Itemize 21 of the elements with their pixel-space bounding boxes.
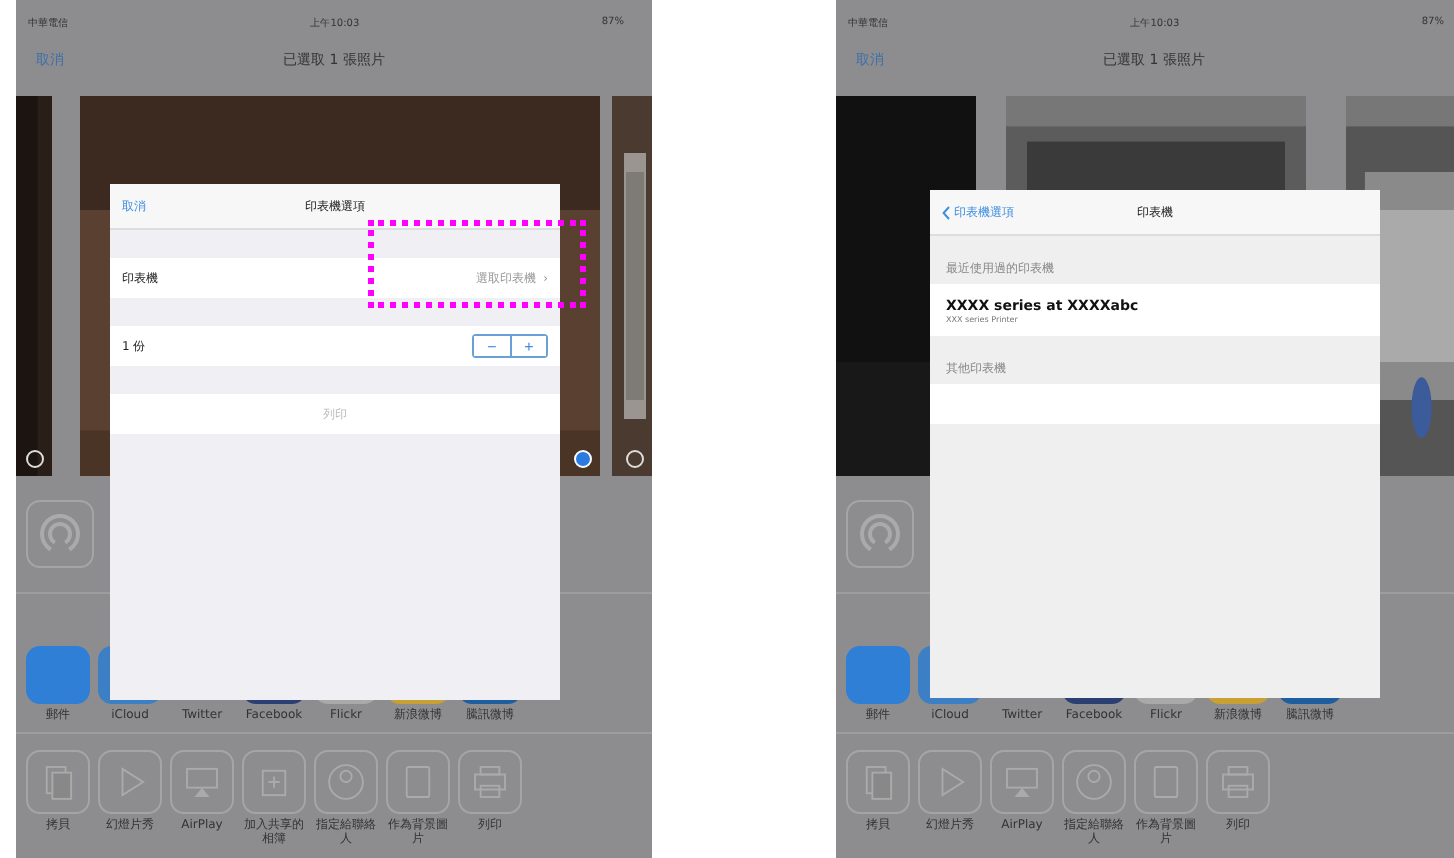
copy-icon[interactable] bbox=[26, 750, 90, 814]
app-icon[interactable] bbox=[846, 646, 910, 705]
contact-icon[interactable] bbox=[1062, 750, 1126, 814]
contact-icon[interactable] bbox=[314, 750, 378, 814]
back-chevron-icon bbox=[942, 205, 950, 219]
airdrop-icon[interactable] bbox=[26, 500, 94, 568]
app-icon[interactable] bbox=[26, 646, 90, 705]
copy-icon[interactable] bbox=[846, 750, 910, 814]
device-icon[interactable] bbox=[386, 750, 450, 814]
airplay-icon[interactable] bbox=[170, 750, 234, 814]
print-icon[interactable] bbox=[458, 750, 522, 814]
device-icon[interactable] bbox=[1134, 750, 1198, 814]
airdrop-icon[interactable] bbox=[846, 500, 914, 568]
selection-circle[interactable] bbox=[626, 450, 644, 468]
airplay-icon[interactable] bbox=[990, 750, 1054, 814]
play-icon[interactable] bbox=[918, 750, 982, 814]
print-icon[interactable] bbox=[1206, 750, 1270, 814]
play-icon[interactable] bbox=[98, 750, 162, 814]
selection-circle[interactable] bbox=[26, 450, 44, 468]
plus-button[interactable]: + bbox=[510, 336, 546, 356]
album-icon[interactable] bbox=[242, 750, 306, 814]
